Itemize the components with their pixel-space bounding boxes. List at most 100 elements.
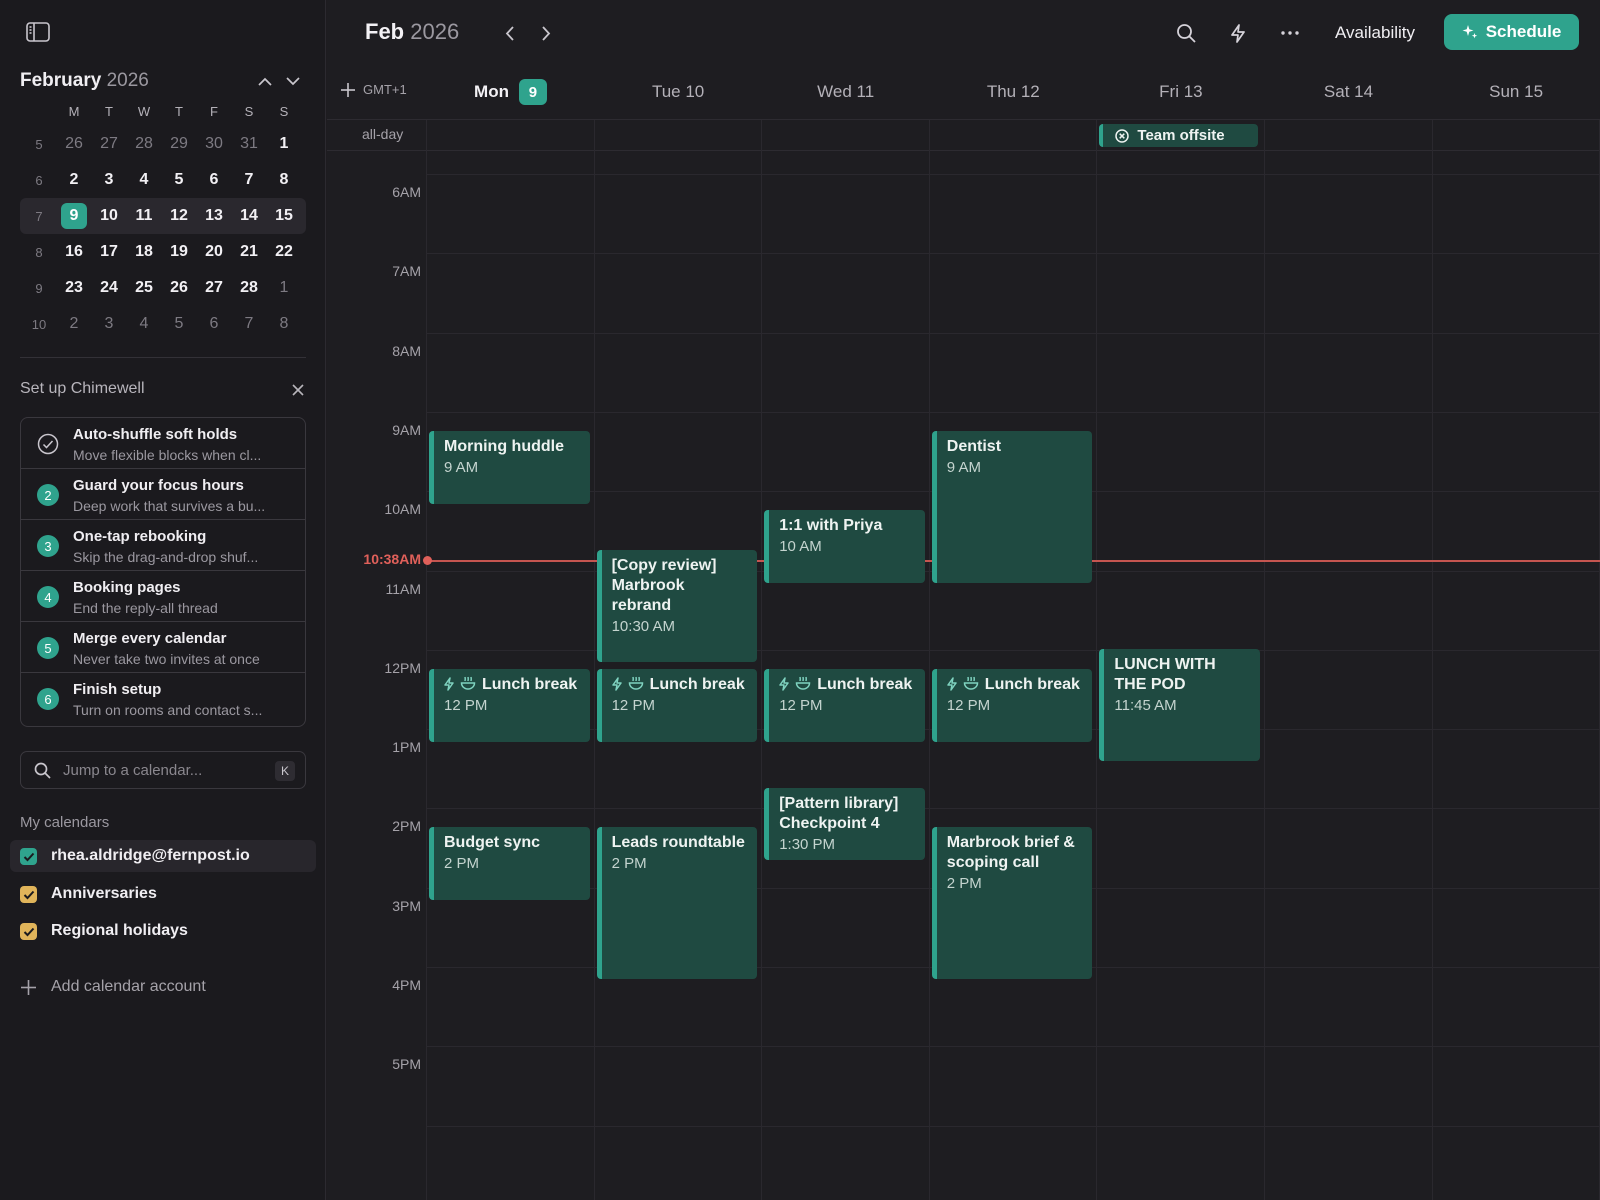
mini-calendar-day[interactable]: 20 [198, 238, 230, 266]
mini-calendar-day[interactable]: 4 [128, 166, 160, 194]
mini-calendar-day[interactable]: 26 [58, 130, 90, 158]
declined-icon [1115, 128, 1130, 143]
schedule-button[interactable]: Schedule [1444, 14, 1579, 50]
mini-calendar-day[interactable]: 28 [233, 274, 265, 302]
schedule-label: Schedule [1485, 22, 1562, 41]
calendar-event[interactable]: Budget sync 2 PM [429, 827, 590, 901]
day-header-today[interactable]: Mon 9 [427, 79, 594, 105]
checkbox[interactable] [20, 923, 37, 940]
calendar-event[interactable]: [Copy review] Marbrook rebrand 10:30 AM [596, 549, 758, 663]
all-day-event[interactable]: Team offsite [1099, 124, 1259, 147]
mini-calendar-day[interactable]: 1 [268, 130, 300, 158]
calendar-event[interactable]: Morning huddle 9 AM [429, 430, 590, 504]
calendar-event[interactable]: Lunch break 12 PM [596, 668, 758, 742]
checkbox[interactable] [20, 886, 37, 903]
add-calendar-account-button[interactable]: Add calendar account [20, 978, 206, 996]
day-header[interactable]: Sun 15 [1433, 80, 1600, 104]
day-header[interactable]: Fri 13 [1097, 80, 1264, 104]
calendar-event[interactable]: LUNCH WITH THE POD 11:45 AM [1099, 648, 1260, 762]
lightning-icon[interactable] [1225, 20, 1251, 46]
close-icon[interactable] [288, 380, 308, 400]
calendar-search-input[interactable]: Jump to a calendar... K [20, 751, 306, 789]
mini-calendar-day[interactable]: 13 [198, 202, 230, 230]
mini-calendar-day[interactable]: 24 [93, 274, 125, 302]
mini-calendar-day[interactable]: 27 [93, 130, 125, 158]
mini-calendar-day[interactable]: 29 [163, 130, 195, 158]
mini-calendar-day[interactable]: 5 [163, 310, 195, 338]
mini-calendar-day[interactable]: 18 [128, 238, 160, 266]
mini-calendar-day[interactable]: 21 [233, 238, 265, 266]
calendar-event[interactable]: Dentist 9 AM [931, 430, 1093, 583]
setup-item[interactable]: 6 Finish setup Turn on rooms and contact s… [21, 673, 305, 724]
more-icon[interactable] [1277, 20, 1303, 46]
mini-calendar-day[interactable]: 14 [233, 202, 265, 230]
mini-calendar-today[interactable]: 9 [58, 202, 90, 230]
mini-calendar-day[interactable]: 11 [128, 202, 160, 230]
mini-calendar-day[interactable]: 4 [128, 310, 160, 338]
mini-calendar-day[interactable]: 1 [268, 274, 300, 302]
mini-calendar-day[interactable]: 2 [58, 166, 90, 194]
sidebar-toggle-icon[interactable] [22, 19, 54, 45]
calendar-event[interactable]: 1:1 with Priya 10 AM [764, 510, 925, 583]
calendar-event[interactable]: Lunch break 12 PM [429, 668, 590, 742]
mini-calendar-day[interactable]: 6 [198, 166, 230, 194]
timezone-control[interactable]: GMT+1 [341, 82, 407, 97]
day-number: 28 [135, 135, 153, 152]
current-time-dot [423, 556, 432, 566]
mini-calendar-day[interactable]: 5 [163, 166, 195, 194]
mini-calendar-day[interactable]: 23 [58, 274, 90, 302]
setup-item[interactable]: 3 One-tap rebooking Skip the drag-and-drop… [21, 520, 305, 571]
calendar-event[interactable]: Lunch break 12 PM [764, 668, 925, 742]
calendar-event[interactable]: Marbrook brief & scoping call 2 PM [931, 827, 1093, 980]
checkbox[interactable] [20, 848, 37, 865]
mini-calendar-day[interactable]: 6 [198, 310, 230, 338]
mini-calendar-day[interactable]: 12 [163, 202, 195, 230]
previous-week-button[interactable] [497, 21, 521, 45]
mini-calendar-day[interactable]: 25 [128, 274, 160, 302]
calendar-event[interactable]: Leads roundtable 2 PM [596, 827, 758, 980]
day-number: 17 [100, 243, 118, 260]
mini-calendar-day[interactable]: 10 [93, 202, 125, 230]
mini-calendar-day[interactable]: 8 [268, 166, 300, 194]
event-time: 12 PM [946, 696, 991, 714]
mini-calendar-day[interactable]: 8 [268, 310, 300, 338]
mini-calendar-day[interactable]: 19 [163, 238, 195, 266]
mini-calendar-day[interactable]: 2 [58, 310, 90, 338]
day-header[interactable]: Wed 11 [762, 80, 929, 104]
event-title: 1:1 with Priya [779, 516, 915, 536]
event-time: 12 PM [779, 696, 823, 714]
mini-calendar-day[interactable]: 3 [93, 166, 125, 194]
calendar-item[interactable]: Anniversaries [10, 878, 316, 910]
mini-calendar-day[interactable]: 16 [58, 238, 90, 266]
mini-calendar-day[interactable]: 22 [268, 238, 300, 266]
calendar-event[interactable]: Lunch break 12 PM [931, 668, 1093, 742]
mini-calendar-day[interactable]: 3 [93, 310, 125, 338]
setup-item[interactable]: Auto-shuffle soft holds Move flexible blo… [21, 418, 305, 469]
weekday-header: W [137, 103, 151, 119]
chevron-down-icon[interactable] [282, 70, 304, 92]
day-header[interactable]: Thu 12 [930, 80, 1097, 104]
mini-calendar-day[interactable]: 31 [233, 130, 265, 158]
mini-calendar-day[interactable]: 7 [233, 310, 265, 338]
mini-calendar-day[interactable]: 17 [93, 238, 125, 266]
mini-calendar-day[interactable]: 15 [268, 202, 300, 230]
setup-item[interactable]: 2 Guard your focus hours Deep work that su… [21, 469, 305, 520]
day-number: 25 [135, 279, 153, 296]
chevron-up-icon[interactable] [254, 70, 276, 92]
calendar-item[interactable]: rhea.aldridge@fernpost.io [10, 840, 316, 872]
day-header[interactable]: Sat 14 [1265, 80, 1432, 104]
mini-calendar-day[interactable]: 7 [233, 166, 265, 194]
mini-calendar-day[interactable]: 26 [163, 274, 195, 302]
calendar-event[interactable]: [Pattern library] Checkpoint 4 1:30 PM [764, 787, 925, 861]
next-week-button[interactable] [534, 21, 558, 45]
calendar-item[interactable]: Regional holidays [10, 915, 316, 947]
search-icon[interactable] [1173, 20, 1199, 46]
availability-button[interactable]: Availability [1335, 23, 1415, 43]
setup-item[interactable]: 4 Booking pages End the reply-all thread [21, 571, 305, 622]
day-header[interactable]: Tue 10 [595, 80, 762, 104]
setup-item[interactable]: 5 Merge every calendar Never take two invi… [21, 622, 305, 673]
day-number: 15 [275, 207, 293, 224]
mini-calendar-day[interactable]: 28 [128, 130, 160, 158]
mini-calendar-day[interactable]: 30 [198, 130, 230, 158]
mini-calendar-day[interactable]: 27 [198, 274, 230, 302]
